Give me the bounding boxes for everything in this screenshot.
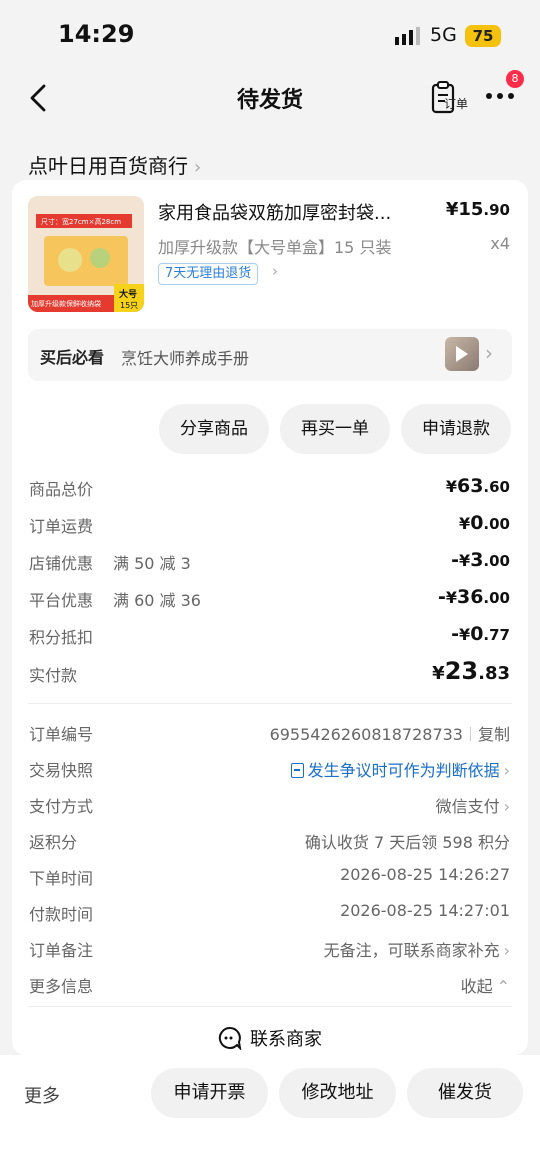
- product-title[interactable]: 家用食品袋双筋加厚密封袋...: [158, 199, 428, 225]
- cost-sub: 满 50 减 3: [113, 554, 191, 573]
- cost-value: ¥0.00: [459, 512, 510, 534]
- order-time-label: 下单时间: [29, 869, 94, 888]
- chevron-right-icon: ›: [503, 941, 510, 960]
- divider: [28, 703, 512, 704]
- cost-label: 平台优惠: [29, 591, 94, 610]
- battery-icon: 75: [465, 25, 501, 47]
- more-dots-icon[interactable]: [484, 86, 516, 106]
- remark-link[interactable]: 无备注，可联系商家补充 ›: [324, 937, 510, 961]
- contact-merchant-button[interactable]: 联系商家: [0, 1025, 540, 1051]
- chevron-right-icon: ›: [485, 341, 493, 365]
- pay-method-link[interactable]: 微信支付 ›: [436, 793, 510, 817]
- network-type: 5G: [430, 24, 457, 46]
- return-policy-tag[interactable]: 7天无理由退货: [158, 263, 259, 285]
- order-no-row: 6955426260818728733 复制: [270, 721, 510, 745]
- guide-banner[interactable]: 买后必看 烹饪大师养成手册 ›: [28, 329, 512, 381]
- thumb-count-text: 15只: [120, 301, 138, 310]
- points-value: 确认收货 7 天后领 598 积分: [304, 833, 510, 852]
- order-no: 6955426260818728733: [269, 725, 463, 744]
- urge-shipping-button[interactable]: 催发货: [407, 1068, 523, 1118]
- document-icon: [290, 763, 304, 778]
- more-actions-link[interactable]: 更多: [24, 1082, 60, 1108]
- notification-badge: 8: [506, 70, 524, 88]
- paid-label: 实付款: [29, 666, 78, 685]
- contact-label: 联系商家: [250, 1029, 322, 1050]
- snapshot-link[interactable]: 发生争议时可作为判断依据 ›: [290, 757, 510, 781]
- more-info-label: 更多信息: [29, 977, 94, 996]
- status-time: 14:29: [58, 20, 135, 48]
- signal-icon: [395, 27, 420, 45]
- chevron-right-icon: ›: [503, 761, 510, 780]
- cost-label: 商品总价: [29, 480, 94, 499]
- order-label[interactable]: 订单: [444, 95, 468, 112]
- points-label: 返积分: [29, 833, 78, 852]
- cost-label: 积分抵扣: [29, 628, 94, 647]
- pay-time: 2026-08-25 14:27:01: [340, 901, 510, 920]
- snapshot-value: 发生争议时可作为判断依据: [307, 761, 500, 780]
- chevron-right-icon: ›: [272, 262, 278, 280]
- chevron-up-icon: ⌃: [496, 977, 510, 996]
- remark-label: 订单备注: [29, 941, 94, 960]
- copy-button[interactable]: 复制: [478, 725, 510, 744]
- invoice-button[interactable]: 申请开票: [151, 1068, 268, 1118]
- collapse-toggle[interactable]: 收起 ⌃: [461, 973, 510, 997]
- product-quantity: x4: [490, 234, 510, 253]
- pay-method-value: 微信支付: [435, 797, 500, 816]
- pay-method-label: 支付方式: [29, 797, 94, 816]
- pay-time-label: 付款时间: [29, 905, 94, 924]
- cost-value: -¥0.77: [451, 623, 510, 645]
- remark-value: 无备注，可联系商家补充: [323, 941, 500, 960]
- product-price: ¥15.90: [445, 199, 510, 220]
- divider: [28, 1006, 512, 1007]
- video-play-icon: [445, 337, 479, 371]
- separator: [469, 727, 471, 741]
- collapse-label: 收起: [460, 977, 493, 996]
- chevron-right-icon: ›: [503, 797, 510, 816]
- change-address-button[interactable]: 修改地址: [279, 1068, 396, 1118]
- order-time: 2026-08-25 14:26:27: [340, 865, 510, 884]
- rebuy-button[interactable]: 再买一单: [280, 404, 390, 454]
- product-image: 尺寸：宽27cm×高28cm 加厚升级款保鲜收纳袋 大号 15只: [28, 196, 144, 312]
- guide-label: 买后必看: [40, 348, 105, 367]
- chevron-right-icon: ›: [194, 157, 202, 178]
- shop-name-link[interactable]: 点叶日用百货商行 ›: [28, 150, 201, 179]
- cost-value: -¥3.00: [451, 549, 510, 571]
- status-bar: 14:29 5G 75: [0, 0, 540, 64]
- cost-label: 店铺优惠: [29, 554, 94, 573]
- cost-label: 订单运费: [29, 517, 94, 536]
- thumb-big-text: 大号: [119, 288, 137, 300]
- paid-amount: ¥23.83: [432, 657, 510, 685]
- thumb-banner-text: 加厚升级款保鲜收纳袋: [31, 299, 101, 308]
- share-product-button[interactable]: 分享商品: [159, 404, 269, 454]
- snapshot-label: 交易快照: [29, 761, 94, 780]
- guide-text: 烹饪大师养成手册: [121, 349, 250, 368]
- chat-bubble-icon: [218, 1026, 242, 1050]
- cost-value: -¥36.00: [437, 586, 510, 608]
- thumb-size-text: 尺寸：宽27cm×高28cm: [41, 217, 121, 226]
- product-spec: 加厚升级款【大号单盒】15 只装: [158, 238, 392, 257]
- shop-name: 点叶日用百货商行: [28, 154, 188, 178]
- cost-value: ¥63.60: [445, 475, 510, 497]
- product-thumbnail[interactable]: 尺寸：宽27cm×高28cm 加厚升级款保鲜收纳袋 大号 15只: [28, 196, 144, 312]
- refund-button[interactable]: 申请退款: [401, 404, 511, 454]
- order-no-label: 订单编号: [29, 725, 94, 744]
- cost-sub: 满 60 减 36: [113, 591, 201, 610]
